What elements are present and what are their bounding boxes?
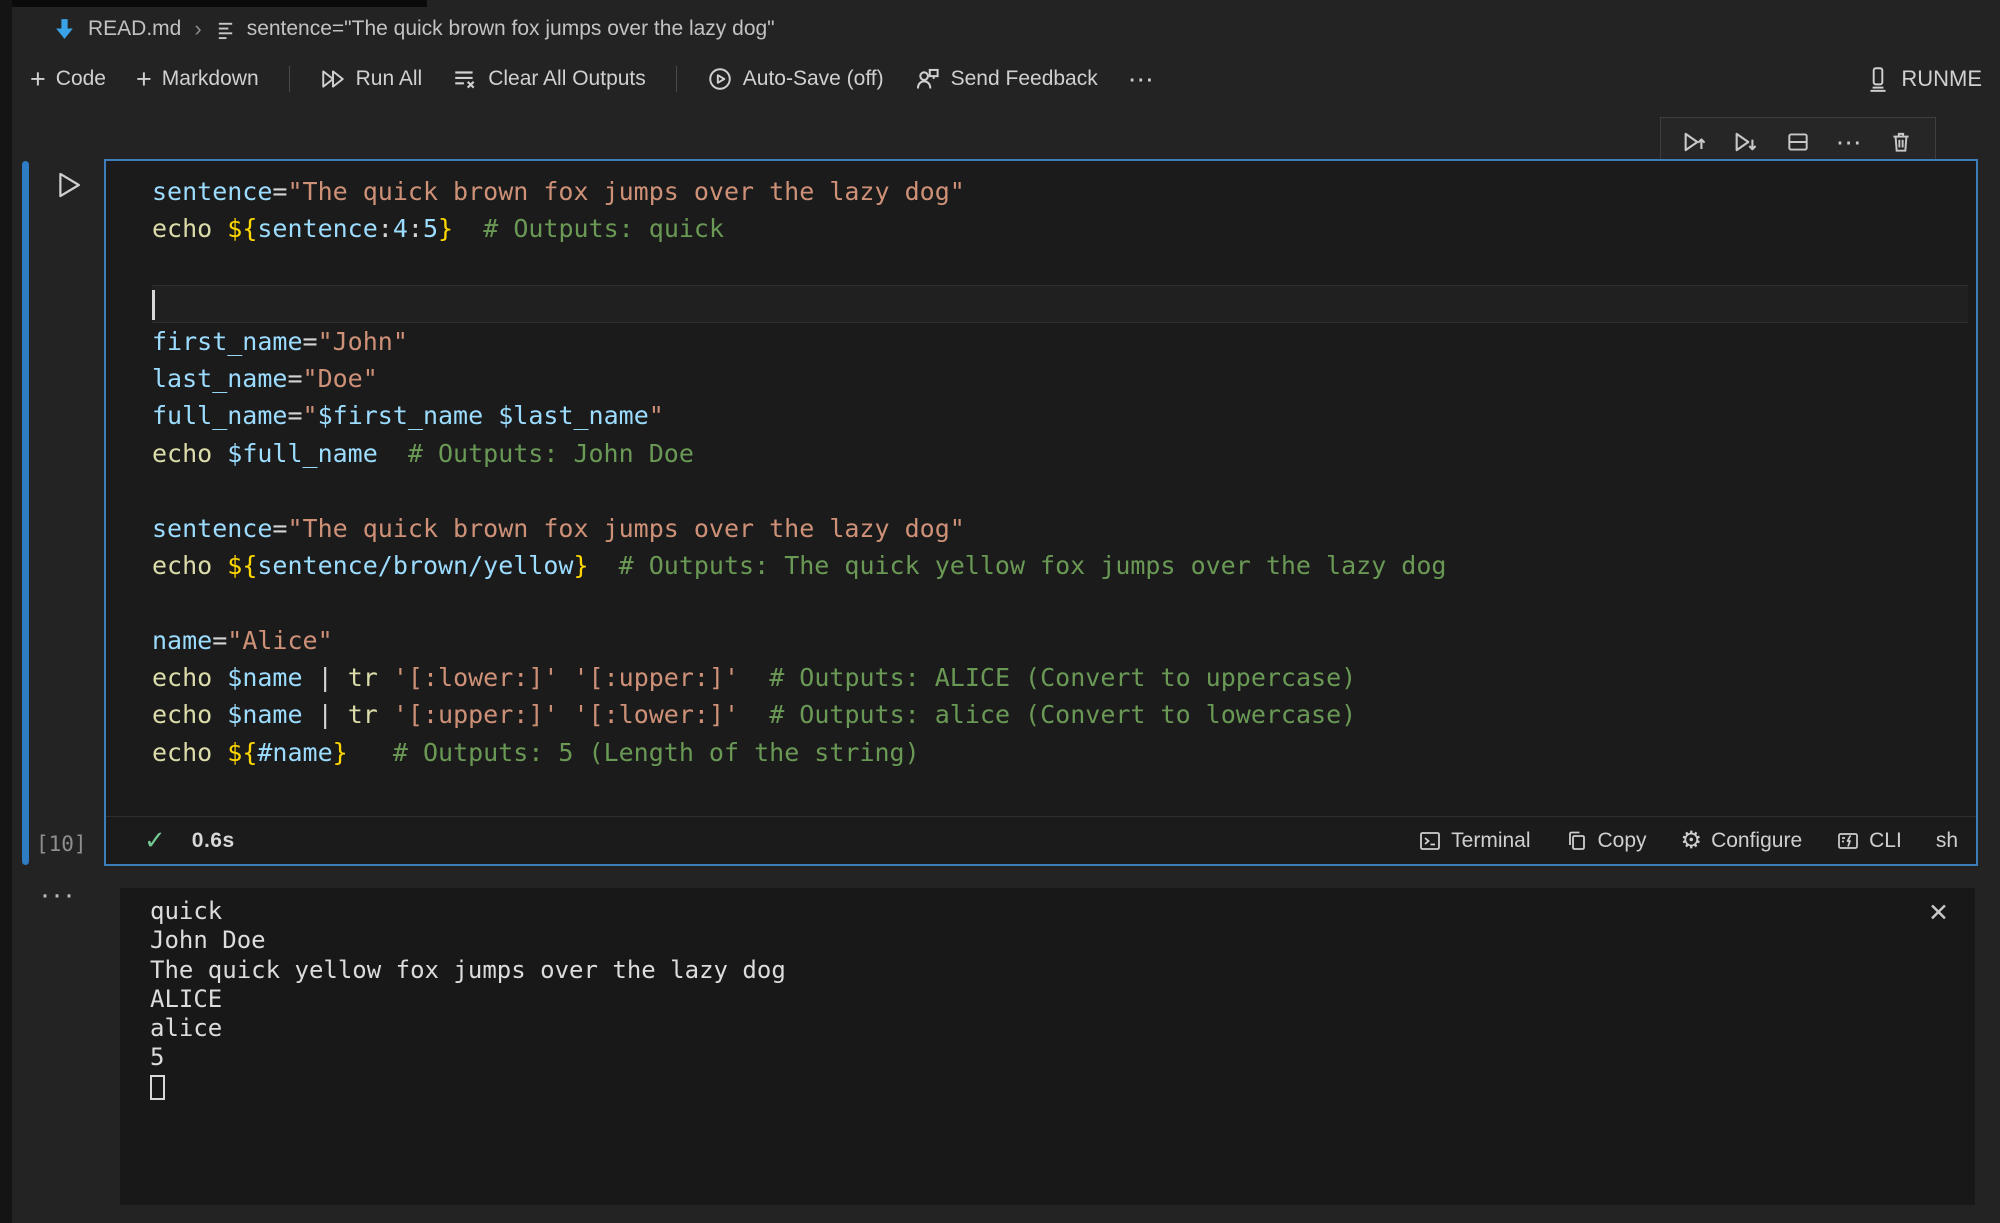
breadcrumb-symbol[interactable]: sentence="The quick brown fox jumps over… [247, 17, 775, 41]
delete-cell-button[interactable] [1881, 122, 1921, 162]
add-code-button[interactable]: + Code [30, 67, 106, 91]
copy-label: Copy [1598, 829, 1647, 853]
auto-save-label: Auto-Save (off) [743, 67, 884, 91]
run-all-button[interactable]: Run All [320, 66, 423, 92]
code-line[interactable] [152, 248, 1968, 285]
toolbar-separator [676, 66, 677, 92]
execution-count: [10] [36, 832, 87, 856]
feedback-person-icon [914, 66, 941, 93]
cli-button[interactable]: CLI [1836, 829, 1902, 853]
runme-brand[interactable]: RUNME [1865, 65, 1982, 93]
code-line[interactable]: last_name="Doe" [152, 360, 1968, 397]
clear-all-outputs-button[interactable]: Clear All Outputs [452, 66, 646, 92]
copy-button[interactable]: Copy [1565, 829, 1647, 853]
output-line: The quick yellow fox jumps over the lazy… [150, 956, 1945, 985]
code-line[interactable] [152, 584, 1968, 621]
output-more-button[interactable]: ··· [40, 878, 76, 912]
toolbar-separator [289, 66, 290, 92]
cell-focus-bar[interactable] [22, 161, 29, 865]
text-cursor [152, 290, 155, 320]
output-line: ALICE [150, 985, 1945, 1014]
code-editor[interactable]: sentence="The quick brown fox jumps over… [106, 161, 1976, 816]
toolbar-more-button[interactable]: ⋯ [1128, 64, 1156, 95]
output-line: quick [150, 897, 1945, 926]
execute-above-button[interactable] [1675, 122, 1715, 162]
code-line[interactable]: echo ${sentence/brown/yellow} # Outputs:… [152, 547, 1968, 584]
run-all-icon [320, 66, 346, 92]
copy-icon [1565, 829, 1589, 853]
add-markdown-button[interactable]: + Markdown [136, 67, 259, 91]
configure-button[interactable]: ⚙ Configure [1681, 826, 1803, 855]
execute-below-button[interactable] [1726, 122, 1766, 162]
code-line[interactable]: echo $full_name # Outputs: John Doe [152, 435, 1968, 472]
output-text: quickJohn DoeThe quick yellow fox jumps … [120, 888, 1975, 1116]
terminal-icon [1418, 829, 1442, 853]
breadcrumb-file[interactable]: READ.md [88, 17, 181, 41]
code-line[interactable]: echo ${sentence:4:5} # Outputs: quick [152, 210, 1968, 247]
code-line[interactable]: sentence="The quick brown fox jumps over… [152, 510, 1968, 547]
runme-label: RUNME [1901, 66, 1982, 92]
code-line[interactable]: sentence="The quick brown fox jumps over… [152, 173, 1968, 210]
language-label: sh [1936, 829, 1958, 853]
success-check-icon: ✓ [144, 825, 166, 856]
breadcrumb: READ.md › sentence="The quick brown fox … [52, 12, 775, 46]
run-cell-button[interactable] [52, 168, 86, 202]
split-cell-button[interactable] [1778, 122, 1818, 162]
plus-icon: + [136, 69, 152, 89]
symbol-list-icon [215, 18, 236, 41]
code-cell: sentence="The quick brown fox jumps over… [104, 159, 1978, 866]
tab-edge [12, 0, 427, 7]
output-line: John Doe [150, 926, 1945, 955]
language-picker[interactable]: sh [1936, 829, 1958, 853]
clear-all-outputs-label: Clear All Outputs [488, 67, 646, 91]
terminal-cursor [150, 1075, 165, 1100]
notebook-toolbar: + Code + Markdown Run All Clear All Outp… [30, 56, 1982, 102]
code-line[interactable] [152, 285, 1968, 322]
execution-duration: 0.6s [192, 829, 235, 853]
cell-output: quickJohn DoeThe quick yellow fox jumps … [120, 888, 1975, 1205]
add-code-label: Code [56, 67, 106, 91]
editor-left-edge [0, 0, 12, 1223]
code-line[interactable]: echo $name | tr '[:upper:]' '[:lower:]' … [152, 696, 1968, 733]
ellipsis-icon: ⋯ [1836, 127, 1864, 158]
send-feedback-label: Send Feedback [951, 67, 1098, 91]
code-line[interactable]: echo ${#name} # Outputs: 5 (Length of th… [152, 734, 1968, 771]
cell-status-bar: ✓ 0.6s Terminal Copy [106, 816, 1976, 864]
terminal-label: Terminal [1451, 829, 1530, 853]
code-line[interactable]: name="Alice" [152, 622, 1968, 659]
auto-save-icon [707, 66, 733, 92]
code-line[interactable] [152, 472, 1968, 509]
breadcrumb-chevron: › [192, 16, 203, 42]
markdown-file-icon [52, 17, 77, 42]
close-output-icon[interactable]: ✕ [1928, 898, 1949, 928]
code-line[interactable]: echo $name | tr '[:lower:]' '[:upper:]' … [152, 659, 1968, 696]
cli-label: CLI [1869, 829, 1902, 853]
cell-status-right: Terminal Copy ⚙ Configure [1418, 826, 1958, 855]
auto-save-toggle[interactable]: Auto-Save (off) [707, 66, 884, 92]
run-all-label: Run All [356, 67, 423, 91]
configure-label: Configure [1711, 829, 1802, 853]
output-line: 5 [150, 1043, 1945, 1072]
ellipsis-icon: ⋯ [1128, 64, 1156, 95]
runme-logo-icon [1865, 65, 1891, 93]
terminal-button[interactable]: Terminal [1418, 829, 1530, 853]
cli-icon [1836, 829, 1860, 853]
cell-more-button[interactable]: ⋯ [1830, 122, 1870, 162]
plus-icon: + [30, 69, 46, 89]
clear-outputs-icon [452, 66, 478, 92]
code-line[interactable]: full_name="$first_name $last_name" [152, 397, 1968, 434]
output-line: alice [150, 1014, 1945, 1043]
add-markdown-label: Markdown [162, 67, 259, 91]
cell-status-left: ✓ 0.6s [144, 825, 235, 856]
code-line[interactable]: first_name="John" [152, 323, 1968, 360]
gear-icon: ⚙ [1681, 826, 1703, 855]
send-feedback-button[interactable]: Send Feedback [914, 66, 1098, 93]
